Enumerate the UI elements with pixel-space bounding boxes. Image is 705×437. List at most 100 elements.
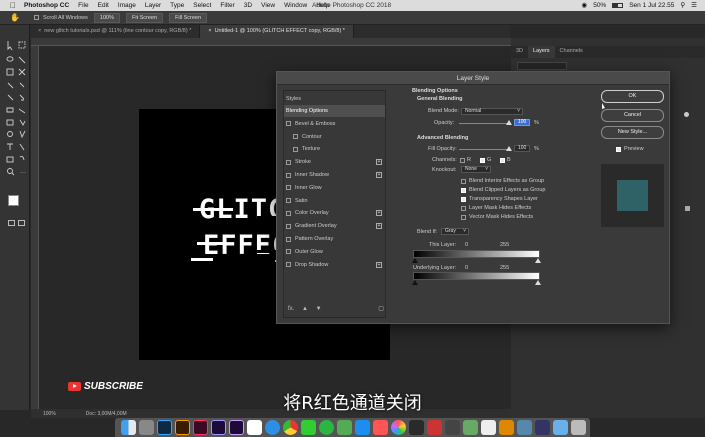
music-icon[interactable]	[373, 420, 388, 435]
style-checkbox[interactable]	[286, 172, 291, 178]
menu-select[interactable]: Select	[193, 2, 211, 9]
style-item-drop-shadow[interactable]: Drop Shadow +	[284, 259, 385, 271]
menu-app-name[interactable]: Photoshop CC	[24, 2, 69, 9]
styles-header[interactable]: Styles	[284, 93, 385, 105]
apple-icon[interactable]: 	[8, 0, 18, 11]
underlying-white-knob[interactable]	[535, 280, 541, 285]
style-item-inner-glow[interactable]: Inner Glow	[284, 182, 385, 194]
battery-icon[interactable]	[612, 2, 624, 8]
finder-icon[interactable]	[121, 420, 136, 435]
menu-list-icon[interactable]: ☰	[691, 1, 697, 9]
advanced-option-checkbox[interactable]	[461, 179, 466, 184]
tab-channels[interactable]: Channels	[555, 46, 588, 58]
tab-3d[interactable]: 3D	[511, 46, 528, 58]
style-checkbox[interactable]	[286, 236, 291, 242]
tab-close-icon[interactable]: ×	[38, 28, 41, 34]
opacity-slider-knob[interactable]	[506, 120, 512, 125]
launchpad-icon[interactable]	[139, 420, 154, 435]
underlying-black-knob[interactable]	[412, 280, 418, 285]
style-item-outer-glow[interactable]: Outer Glow	[284, 246, 385, 258]
style-item-satin[interactable]: Satin	[284, 195, 385, 207]
foreground-color[interactable]	[8, 195, 19, 206]
safari-icon[interactable]	[265, 420, 280, 435]
facetime-icon[interactable]	[337, 420, 352, 435]
add-effect-icon[interactable]: +	[376, 261, 382, 268]
zoom-100-button[interactable]: 100%	[93, 12, 120, 23]
style-checkbox[interactable]	[286, 262, 291, 268]
underlying-gradient[interactable]	[413, 272, 540, 280]
menu-type[interactable]: Type	[170, 2, 184, 9]
fill-opacity-slider[interactable]	[459, 149, 511, 150]
calendar-icon[interactable]	[247, 420, 262, 435]
style-checkbox[interactable]	[293, 146, 298, 152]
app-icon-2[interactable]	[427, 420, 442, 435]
trash-icon[interactable]	[571, 420, 586, 435]
messages-icon[interactable]	[301, 420, 316, 435]
cancel-button[interactable]: Cancel	[601, 109, 664, 122]
fill-opacity-input[interactable]: 100	[514, 145, 530, 152]
premiere-icon[interactable]	[211, 420, 226, 435]
tab-untitled-1[interactable]: × Untitled-1 @ 100% (GLITCH EFFECT copy, …	[200, 25, 354, 38]
ok-button[interactable]: OK	[601, 90, 664, 103]
this-layer-white-knob[interactable]	[535, 258, 541, 263]
illustrator-icon[interactable]	[175, 420, 190, 435]
arrow-up-icon[interactable]: ▲	[302, 306, 308, 312]
advanced-option-checkbox[interactable]	[461, 215, 466, 220]
this-layer-black-knob[interactable]	[412, 258, 418, 263]
channel-r-checkbox[interactable]	[460, 158, 465, 163]
preview-checkbox[interactable]	[616, 147, 621, 152]
style-item-stroke[interactable]: Stroke +	[284, 156, 385, 168]
indesign-icon[interactable]	[193, 420, 208, 435]
advanced-option-checkbox[interactable]	[461, 206, 466, 211]
screen-mode-icon[interactable]	[18, 220, 25, 226]
quick-mask-icon[interactable]	[8, 220, 15, 226]
add-effect-icon[interactable]: +	[376, 159, 382, 166]
style-checkbox[interactable]	[286, 249, 291, 255]
add-effect-icon[interactable]: +	[376, 223, 382, 230]
hand-tool-icon[interactable]: ✋	[10, 13, 20, 22]
menu-3d[interactable]: 3D	[244, 2, 252, 9]
tab-layers[interactable]: Layers	[528, 46, 555, 58]
photoshop-icon[interactable]	[157, 420, 172, 435]
style-checkbox[interactable]	[286, 121, 291, 127]
style-item-gradient-overlay[interactable]: Gradient Overlay +	[284, 220, 385, 232]
style-checkbox[interactable]	[286, 198, 291, 204]
style-item-pattern-overlay[interactable]: Pattern Overlay	[284, 233, 385, 245]
search-icon[interactable]: ⚲	[680, 1, 685, 9]
app-icon-8[interactable]	[535, 420, 550, 435]
blend-if-select[interactable]: Gray ˅	[441, 228, 469, 235]
style-item-color-overlay[interactable]: Color Overlay +	[284, 207, 385, 219]
advanced-option-checkbox[interactable]	[461, 197, 466, 202]
app-icon-3[interactable]	[445, 420, 460, 435]
style-checkbox[interactable]	[286, 210, 291, 216]
tab-glitch-tutorials[interactable]: × new glitch tutorials.psd @ 111% (line c…	[30, 25, 201, 38]
style-checkbox[interactable]	[286, 223, 291, 229]
chrome-icon[interactable]	[283, 420, 298, 435]
aftereffects-icon[interactable]	[229, 420, 244, 435]
app-icon-7[interactable]	[517, 420, 532, 435]
add-effect-icon[interactable]: +	[376, 210, 382, 217]
appstore-icon[interactable]	[355, 420, 370, 435]
add-effect-icon[interactable]: +	[376, 172, 382, 178]
opacity-slider[interactable]	[459, 123, 511, 124]
menu-layer[interactable]: Layer	[145, 2, 161, 9]
folder-icon[interactable]	[553, 420, 568, 435]
style-item-inner-shadow[interactable]: Inner Shadow +	[284, 169, 385, 181]
blend-mode-select[interactable]: Normal ˅	[461, 108, 523, 115]
fit-screen-button[interactable]: Fit Screen	[125, 12, 164, 23]
whatsapp-icon[interactable]	[319, 420, 334, 435]
channel-g-checkbox[interactable]	[480, 158, 485, 163]
tab-close-icon[interactable]: ×	[208, 28, 211, 34]
knockout-select[interactable]: None ˅	[461, 166, 491, 173]
style-item-blending-options[interactable]: Blending Options	[284, 105, 385, 117]
style-checkbox[interactable]	[286, 185, 291, 191]
app-icon-6[interactable]	[499, 420, 514, 435]
clock[interactable]: Sen 1 Jul 22.55	[629, 2, 674, 9]
opacity-input[interactable]: 100	[514, 119, 530, 126]
app-icon-4[interactable]	[463, 420, 478, 435]
photos-icon[interactable]	[391, 420, 406, 435]
menu-window[interactable]: Window	[284, 2, 307, 9]
fill-opacity-slider-knob[interactable]	[506, 146, 512, 151]
arrow-down-icon[interactable]: ▼	[316, 306, 322, 312]
menu-image[interactable]: Image	[118, 2, 136, 9]
